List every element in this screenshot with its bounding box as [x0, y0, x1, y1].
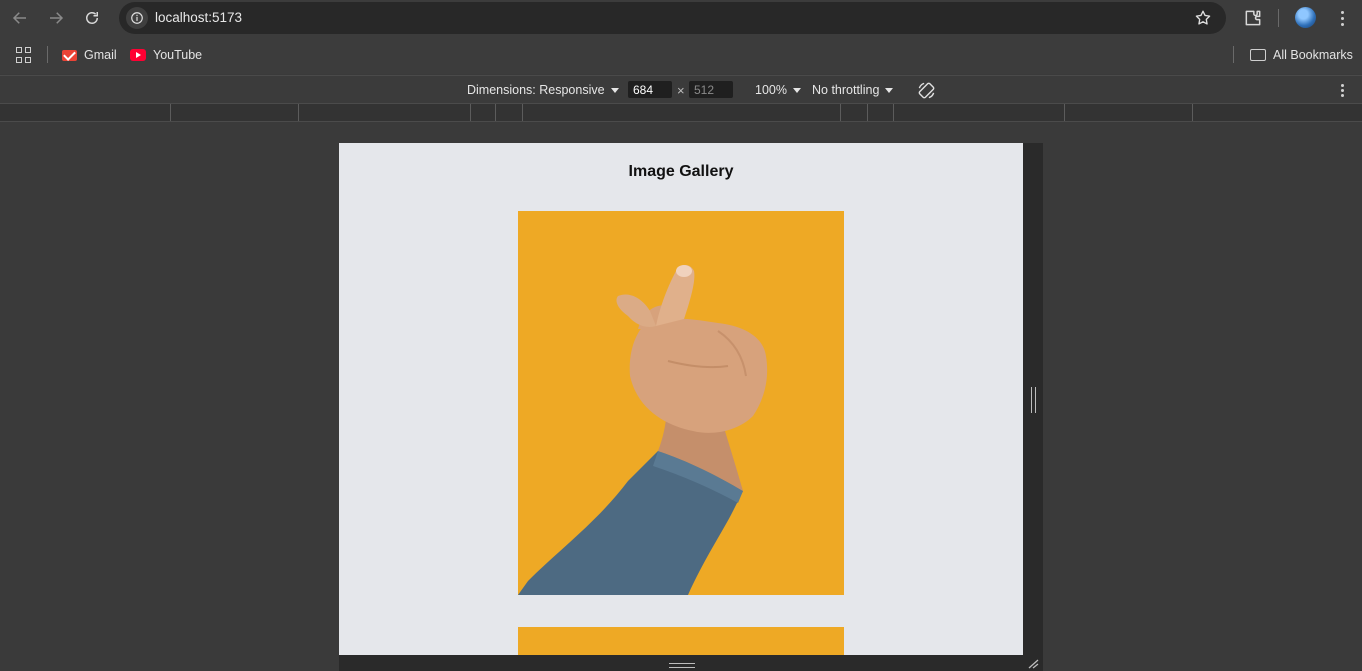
youtube-icon [130, 49, 146, 61]
back-button[interactable] [8, 7, 32, 29]
bookmarks-divider [1233, 46, 1234, 63]
bookmarks-divider [47, 46, 48, 63]
emulation-stage: Image Gallery [0, 123, 1362, 671]
emulated-viewport[interactable]: Image Gallery [339, 143, 1023, 655]
dimensions-label: Dimensions: Responsive [467, 83, 605, 97]
toolbar-divider [1278, 9, 1279, 27]
forward-button[interactable] [44, 7, 68, 29]
browser-menu-icon[interactable] [1334, 8, 1350, 28]
bookmarks-bar: Gmail YouTube All Bookmarks [0, 36, 1362, 74]
media-query-ruler[interactable] [0, 103, 1362, 122]
chevron-down-icon [885, 87, 894, 93]
reload-icon [86, 12, 98, 24]
width-input[interactable]: 684 [628, 81, 672, 98]
browser-toolbar: localhost:5173 [0, 0, 1362, 36]
resize-corner-icon[interactable] [1027, 659, 1039, 669]
hand-snap-image [518, 211, 844, 595]
bookmark-star-icon[interactable] [1194, 9, 1212, 27]
rotate-icon[interactable] [917, 81, 936, 100]
url-text[interactable]: localhost:5173 [155, 10, 242, 25]
zoom-dropdown[interactable]: 100% [755, 83, 801, 97]
ruler-tick [170, 104, 171, 121]
bookmark-label: YouTube [153, 48, 203, 62]
bookmark-gmail[interactable]: Gmail [62, 47, 117, 63]
reload-button[interactable] [80, 7, 104, 29]
arrow-left-icon [12, 12, 26, 24]
ruler-tick [867, 104, 868, 121]
bookmark-label: Gmail [84, 48, 117, 62]
address-bar[interactable]: localhost:5173 [119, 2, 1226, 34]
throttling-label: No throttling [812, 83, 880, 97]
page-title: Image Gallery [628, 163, 734, 180]
bookmark-youtube[interactable]: YouTube [130, 47, 202, 63]
site-info-icon[interactable] [126, 7, 148, 29]
gallery-image[interactable] [518, 211, 844, 595]
ruler-tick [522, 104, 523, 121]
arrow-right-icon [50, 12, 64, 24]
zoom-label: 100% [755, 83, 787, 97]
apps-grid-icon[interactable] [16, 47, 32, 63]
resize-handle-height[interactable] [669, 663, 695, 668]
ruler-tick [298, 104, 299, 121]
device-toolbar: Dimensions: Responsive 684 × 512 100% No… [0, 75, 1362, 103]
chevron-down-icon [792, 87, 801, 93]
ruler-tick [1192, 104, 1193, 121]
ruler-tick [470, 104, 471, 121]
ruler-tick [495, 104, 496, 121]
all-bookmarks-button[interactable]: All Bookmarks [1250, 47, 1353, 63]
folder-icon [1250, 49, 1266, 61]
times-symbol: × [677, 83, 685, 98]
device-toolbar-menu-icon[interactable] [1336, 82, 1348, 98]
profile-avatar[interactable] [1295, 7, 1316, 28]
ruler-tick [1064, 104, 1065, 121]
ruler-tick [893, 104, 894, 121]
gmail-icon [62, 49, 77, 61]
resize-handle-width[interactable] [1031, 387, 1036, 413]
all-bookmarks-label: All Bookmarks [1273, 48, 1353, 62]
ruler-tick [840, 104, 841, 121]
gallery-image[interactable] [518, 627, 844, 655]
extensions-icon[interactable] [1243, 8, 1263, 28]
dimensions-dropdown[interactable]: Dimensions: Responsive [467, 83, 619, 97]
height-input[interactable]: 512 [689, 81, 733, 98]
throttling-dropdown[interactable]: No throttling [812, 83, 894, 97]
chevron-down-icon [610, 87, 619, 93]
